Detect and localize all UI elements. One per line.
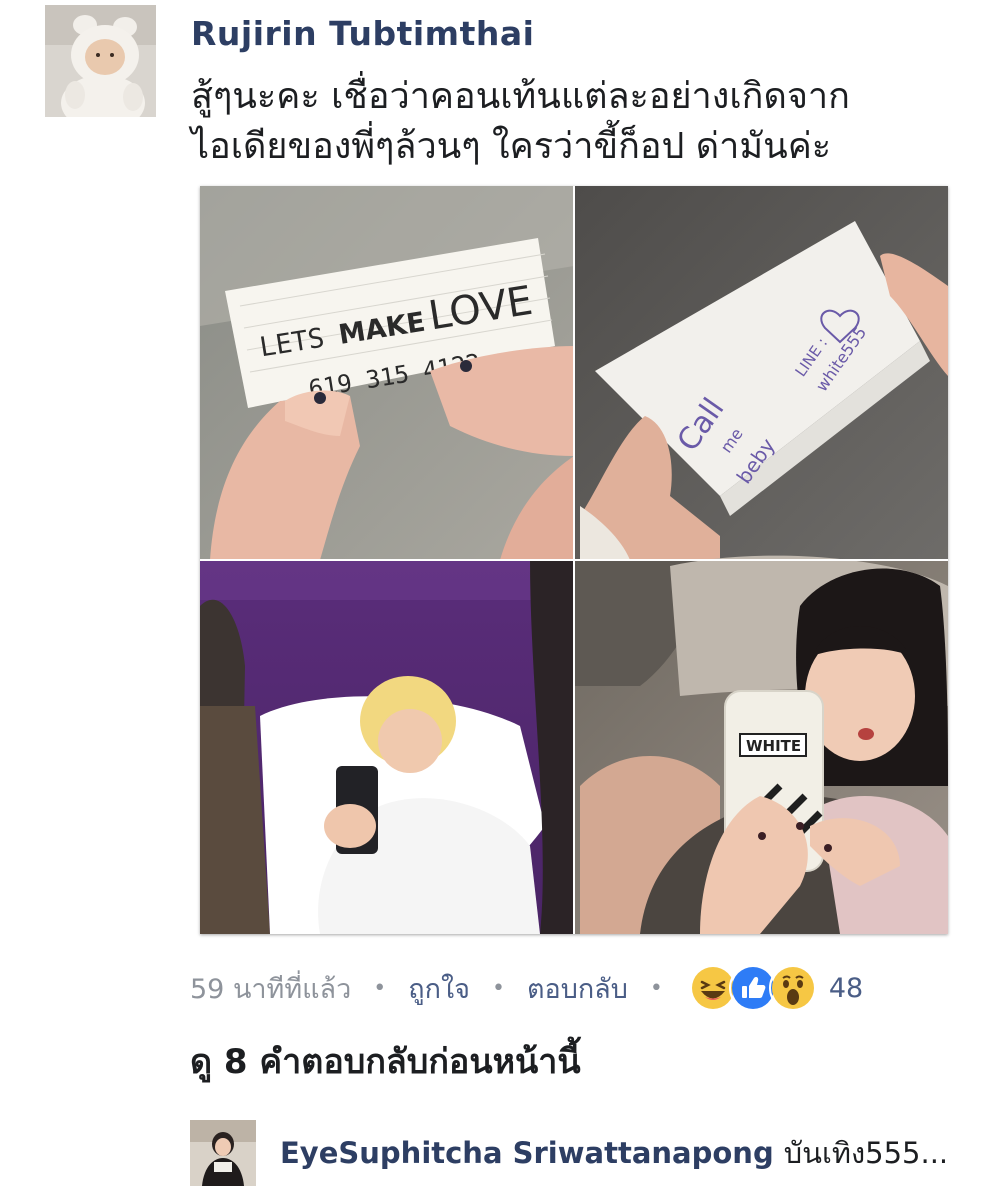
comment-author-name[interactable]: Rujirin Tubtimthai [191, 14, 534, 53]
collage-photo-napkin-note: Call me beby LINE : white555 [574, 186, 948, 560]
separator-dot: • [649, 975, 663, 1001]
separator-dot: • [373, 975, 387, 1001]
reactions-summary[interactable] [688, 964, 817, 1012]
reply-button[interactable]: ตอบกลับ [527, 967, 628, 1010]
commenter-avatar[interactable] [45, 5, 156, 117]
comment-timestamp[interactable]: 59 นาทีที่แล้ว [190, 967, 351, 1010]
reply-author-name[interactable]: EyeSuphitcha Sriwattanapong [280, 1136, 774, 1170]
reply-avatar[interactable] [190, 1120, 256, 1186]
wow-reaction-icon [768, 964, 817, 1012]
comment-meta-row: 59 นาทีที่แล้ว • ถูกใจ • ตอบกลับ • 48 [190, 960, 970, 1016]
reply-item: EyeSuphitcha Sriwattanapong บันเทิง555... [190, 1118, 990, 1188]
like-button[interactable]: ถูกใจ [408, 967, 470, 1010]
collage-photo-selfie-right: WHITE [574, 555, 948, 934]
view-previous-replies-link[interactable]: ดู 8 คำตอบกลับก่อนหน้านี้ [190, 1034, 581, 1088]
phone-case-text: WHITE [746, 737, 801, 755]
reply-body: บันเทิง555... [783, 1136, 949, 1170]
comment-photo-collage[interactable]: LETS MAKE LOVE 619 315 4122 Call me beby… [200, 186, 948, 934]
collage-photo-note-love: LETS MAKE LOVE 619 315 4122 [200, 186, 574, 560]
comment-text-line-1: สู้ๆนะคะ เชื่อว่าคอนเท้นแต่ละอย่างเกิดจา… [191, 76, 850, 117]
reply-text: EyeSuphitcha Sriwattanapong บันเทิง555... [280, 1130, 948, 1176]
separator-dot: • [491, 975, 505, 1001]
reaction-count[interactable]: 48 [829, 973, 863, 1004]
comment-text: สู้ๆนะคะ เชื่อว่าคอนเท้นแต่ละอย่างเกิดจา… [191, 72, 981, 172]
comment-text-line-2: ไอเดียของพี่ๆล้วนๆ ใครว่าขี้ก็อป ด่ามันค… [191, 126, 832, 167]
collage-photo-selfie-left [200, 560, 574, 934]
